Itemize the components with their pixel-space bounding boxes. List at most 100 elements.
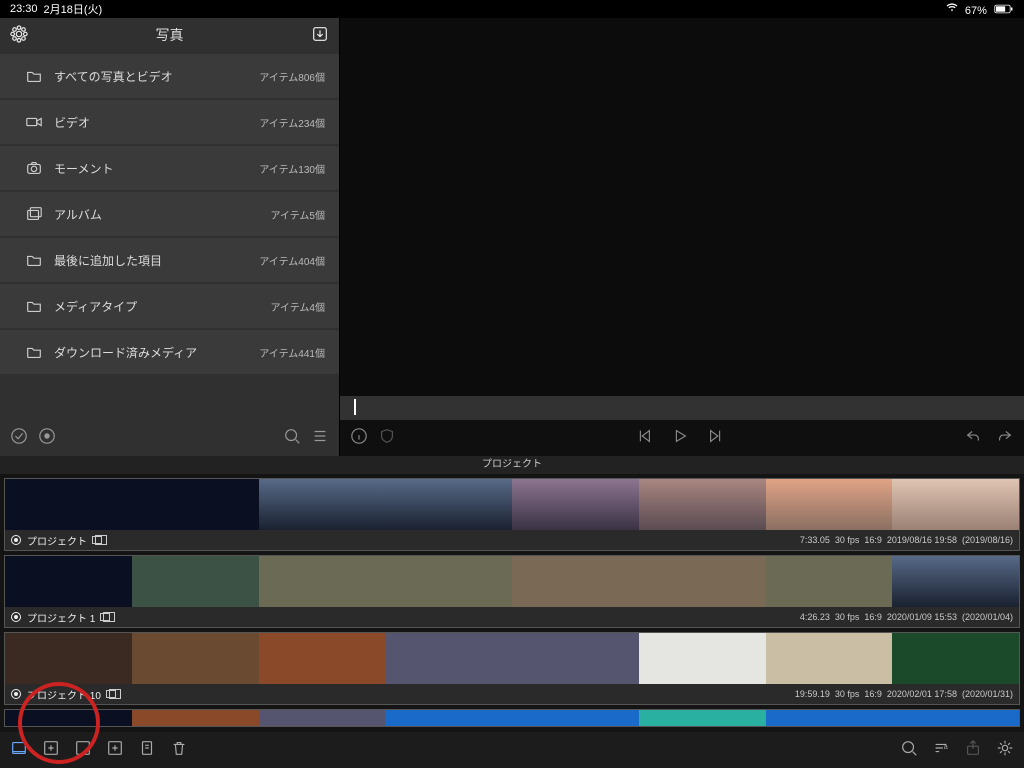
prev-icon[interactable] bbox=[635, 427, 653, 450]
sort-icon[interactable]: a bbox=[932, 739, 950, 762]
search-icon[interactable] bbox=[283, 427, 301, 450]
filter-icon[interactable] bbox=[138, 739, 156, 762]
thumbnail bbox=[639, 710, 766, 726]
bottom-toolbar: a bbox=[0, 732, 1024, 768]
next-icon[interactable] bbox=[707, 427, 725, 450]
sidebar-item-count: アイテム404個 bbox=[259, 253, 325, 268]
thumbnail bbox=[512, 479, 639, 530]
sidebar-item-count: アイテム234個 bbox=[259, 115, 325, 130]
add-icon[interactable] bbox=[42, 739, 60, 762]
status-right: 67% bbox=[942, 2, 1014, 17]
preview-area[interactable] bbox=[340, 18, 1024, 396]
selected-dot-icon bbox=[11, 535, 21, 545]
sidebar-item-label: アルバム bbox=[54, 206, 270, 223]
share-icon[interactable] bbox=[964, 739, 982, 762]
trash-icon[interactable] bbox=[170, 739, 188, 762]
thumbnail bbox=[259, 556, 386, 607]
project-card-1[interactable]: プロジェクト 14:26.23 30 fps 16:9 2020/01/09 1… bbox=[4, 555, 1020, 628]
status-date: 2月18日(火) bbox=[44, 1, 103, 17]
search-icon-bottom[interactable] bbox=[900, 739, 918, 762]
sidebar-item-label: モーメント bbox=[54, 160, 259, 177]
settings-icon[interactable] bbox=[996, 739, 1014, 762]
battery-icon bbox=[994, 5, 1014, 17]
thumbnail bbox=[5, 710, 132, 726]
undo-icon[interactable] bbox=[964, 427, 982, 450]
thumbnail bbox=[512, 710, 639, 726]
play-icon[interactable] bbox=[671, 427, 689, 450]
project-info: 4:26.23 30 fps 16:9 2020/01/09 15:53 (20… bbox=[800, 612, 1013, 622]
add2-icon[interactable] bbox=[106, 739, 124, 762]
project-list[interactable]: プロジェクト7:33.05 30 fps 16:9 2019/08/16 19:… bbox=[0, 474, 1024, 732]
project-view-icon[interactable] bbox=[10, 739, 28, 762]
camera-icon bbox=[14, 159, 54, 177]
redo-icon[interactable] bbox=[996, 427, 1014, 450]
selected-dot-icon bbox=[11, 689, 21, 699]
import-icon[interactable] bbox=[309, 25, 331, 46]
folder-icon bbox=[14, 343, 54, 361]
thumbnail bbox=[259, 633, 386, 684]
thumbnail bbox=[5, 479, 132, 530]
sidebar-item-4[interactable]: 最後に追加した項目アイテム404個 bbox=[0, 238, 339, 282]
thumbnail bbox=[132, 556, 259, 607]
thumbnail bbox=[132, 710, 259, 726]
thumbnail bbox=[512, 556, 639, 607]
thumbnail bbox=[385, 556, 512, 607]
panel-title: 写真 bbox=[30, 25, 309, 45]
folder-icon bbox=[14, 251, 54, 269]
folder-icon bbox=[14, 297, 54, 315]
thumbnail bbox=[766, 633, 893, 684]
settings-flower-icon[interactable] bbox=[8, 25, 30, 46]
thumbnail bbox=[766, 479, 893, 530]
thumbnail bbox=[766, 710, 893, 726]
thumbnail bbox=[766, 556, 893, 607]
media-browser-panel: 写真 すべての写真とビデオアイテム806個ビデオアイテム234個モーメントアイテ… bbox=[0, 18, 340, 456]
shield-icon[interactable] bbox=[378, 427, 396, 450]
record-icon[interactable] bbox=[38, 427, 56, 450]
sidebar-item-5[interactable]: メディアタイプアイテム4個 bbox=[0, 284, 339, 328]
thumbnail bbox=[892, 479, 1019, 530]
thumbnail bbox=[259, 479, 386, 530]
checkmark-circle-icon[interactable] bbox=[10, 427, 28, 450]
playhead-strip[interactable] bbox=[340, 396, 1024, 420]
project-card-0[interactable]: プロジェクト7:33.05 30 fps 16:9 2019/08/16 19:… bbox=[4, 478, 1020, 551]
svg-text:a: a bbox=[944, 741, 948, 750]
sidebar-item-label: ダウンロード済みメディア bbox=[54, 344, 259, 361]
list-toggle-icon[interactable] bbox=[311, 427, 329, 450]
sidebar-item-label: ビデオ bbox=[54, 114, 259, 131]
selected-dot-icon bbox=[11, 612, 21, 622]
stack-icon bbox=[100, 613, 110, 621]
sidebar-item-label: 最後に追加した項目 bbox=[54, 252, 259, 269]
info-icon[interactable] bbox=[350, 427, 368, 450]
status-time: 23:30 bbox=[10, 3, 38, 15]
thumbnail bbox=[512, 633, 639, 684]
sidebar-item-0[interactable]: すべての写真とビデオアイテム806個 bbox=[0, 54, 339, 98]
sidebar-item-6[interactable]: ダウンロード済みメディアアイテム441個 bbox=[0, 330, 339, 374]
sidebar-item-count: アイテム806個 bbox=[259, 69, 325, 84]
project-info: 19:59.19 30 fps 16:9 2020/02/01 17:58 (2… bbox=[795, 689, 1013, 699]
thumbnail bbox=[892, 633, 1019, 684]
project-name: プロジェクト 10 bbox=[27, 687, 101, 702]
sidebar-item-1[interactable]: ビデオアイテム234個 bbox=[0, 100, 339, 144]
thumbnail bbox=[5, 556, 132, 607]
preview-panel bbox=[340, 18, 1024, 456]
thumbnail bbox=[892, 556, 1019, 607]
thumbnail bbox=[892, 710, 1019, 726]
stack-icon bbox=[106, 690, 116, 698]
thumbnail bbox=[385, 633, 512, 684]
box-icon[interactable] bbox=[74, 739, 92, 762]
albums-icon bbox=[14, 205, 54, 223]
sidebar-item-count: アイテム130個 bbox=[259, 161, 325, 176]
video-icon bbox=[14, 113, 54, 131]
sidebar-item-3[interactable]: アルバムアイテム5個 bbox=[0, 192, 339, 236]
stack-icon bbox=[92, 536, 102, 544]
sidebar-item-2[interactable]: モーメントアイテム130個 bbox=[0, 146, 339, 190]
thumbnail bbox=[639, 479, 766, 530]
project-name: プロジェクト bbox=[27, 533, 87, 548]
folder-icon bbox=[14, 67, 54, 85]
project-card-2[interactable]: プロジェクト 10 19:59.19 30 fps 16:9 2020/02/01… bbox=[4, 632, 1020, 705]
sidebar-item-count: アイテム5個 bbox=[270, 207, 325, 222]
thumbnail bbox=[385, 479, 512, 530]
thumbnail bbox=[132, 479, 259, 530]
battery-text: 67% bbox=[965, 5, 987, 17]
thumbnail bbox=[259, 710, 386, 726]
